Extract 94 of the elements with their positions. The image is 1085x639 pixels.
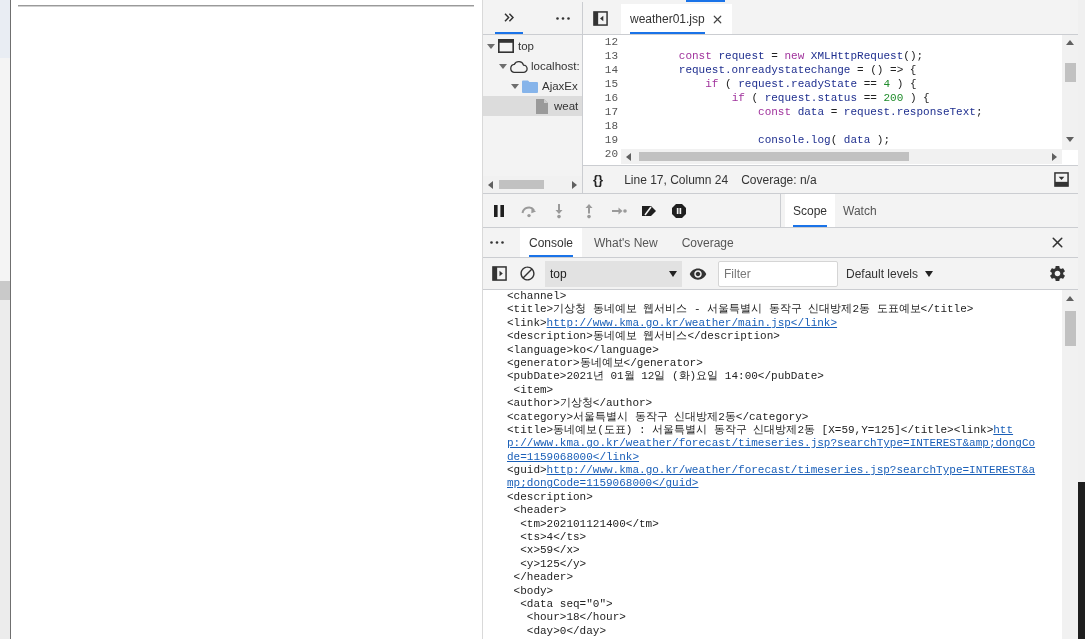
tree-item[interactable]: localhost: [483,56,582,76]
code-line: const request = new XMLHttpRequest(); [678,49,924,63]
caret-icon[interactable] [499,63,507,69]
tree-item[interactable]: weat [483,96,582,116]
link[interactable]: de=1159068000</link> [507,450,640,465]
settings-icon [1047,264,1067,283]
panel-toggle-icon [491,266,507,281]
coverage-status: Coverage: n/a [741,172,817,187]
console-message: <hour>18</hour> [526,611,626,625]
link[interactable]: p://www.kma.go.kr/weather/forecast/timeseries.jsp?searchType=INTEREST&amp;dongCo [507,437,1036,451]
line-number: 19 [604,133,618,147]
console-message: <pubDate>2021년 01월 12일 (화)요일 14:00</pubDate> [507,370,824,384]
line-number: 14 [604,63,618,77]
line-number: 17 [604,105,618,119]
folder-icon [522,79,538,93]
scrollbar[interactable] [621,149,1062,164]
link[interactable]: http://www.kma.go.kr/weather/main.jsp</link> [546,316,838,329]
console-message: </header> [513,571,574,585]
log-levels-dropdown[interactable]: Default levels [842,260,938,287]
window-icon [498,39,514,53]
file-tab[interactable]: weather01.jsp [621,4,732,34]
console-message: <guid>http://www.kma.go.kr/weather/forecast/timeseries.jsp?searchType=INTEREST&a [507,464,1036,478]
scroll-right-icon[interactable] [572,180,577,189]
console-message: <data seq="0"> [520,598,613,612]
panel-toggle-icon [592,10,608,26]
code-line: request.onreadystatechange = () => { [678,63,917,77]
line-number: 15 [604,77,618,91]
selected-tab-underline [686,0,725,2]
scroll-thumb[interactable] [1064,63,1076,82]
file-icon [536,98,548,114]
console-message: <author>기상청</author> [507,397,653,411]
console-message: <link>http://www.kma.go.kr/weather/main.jsp</link> [507,316,838,331]
link[interactable]: http://www.kma.go.kr/weather/forecast/timeseries.jsp?searchType=INTEREST&a [546,464,1036,477]
caret-icon [925,270,934,277]
console-message: <generator>동네예보</generator> [507,356,703,370]
scroll-up-icon[interactable] [1066,296,1074,301]
code-line: if ( request.readyState == 4 ) { [705,77,917,91]
sidebar-tab[interactable]: Scope [785,194,836,227]
pretty-print-button[interactable]: {} [593,172,604,187]
console-message: <description>동네예보 웹서비스</description> [507,330,780,344]
caret-icon[interactable] [487,43,495,49]
line-number: 12 [604,35,618,49]
code-line: const data = request.responseText; [758,105,983,119]
drawer-tab[interactable]: Coverage [669,228,746,257]
code-line: if ( request.status == 200 ) { [731,91,930,105]
link[interactable]: htt [993,423,1014,436]
more-icon [490,241,504,244]
scroll-left-icon[interactable] [488,180,493,189]
more-icon [556,16,570,20]
console-message: <language>ko</language> [507,343,659,357]
console-message: <ts>4</ts> [520,531,587,545]
line-number: 20 [604,147,618,161]
console-message: <y>125</y> [520,557,587,572]
cursor-position: Line 17, Column 24 [624,172,729,187]
cloud-icon [509,59,528,73]
scroll-thumb[interactable] [499,180,544,189]
tree-item[interactable]: top [483,36,582,56]
line-number: 13 [604,49,618,63]
console-message: <tm>202101121400</tm> [520,517,659,532]
line-number: 18 [604,119,618,133]
console-message: <title>기상청 동네예보 웹서비스 - 서울특별시 동작구 신대방제2동 도표예보</title> [507,303,974,317]
scroll-left-icon[interactable] [626,152,631,161]
scroll-thumb[interactable] [639,152,909,161]
filter-field[interactable]: Filter [718,260,838,287]
tree-item[interactable]: AjaxEx [483,76,582,96]
pause-icon [491,202,507,219]
caret-icon[interactable] [511,83,519,89]
console-message: <item> [513,383,554,397]
line-number: 16 [604,91,618,105]
scrollbar[interactable] [1062,290,1078,639]
console-message: <category>서울특별시 동작구 신대방제2동</category> [507,410,809,424]
console-message: <title>동네예보(도표) : 서울특별시 동작구 신대방제2동 [X=59,Y=125]</title><link>htt [507,423,1014,438]
drawer-tab[interactable]: What's New [582,228,670,257]
scrollbar[interactable] [1062,35,1078,150]
code-line: console.log( data ); [758,133,891,147]
link[interactable]: mp;dongCode=1159068000</guid> [507,477,699,491]
console-message: <channel> [507,290,567,303]
console-message: <day>0</day> [526,624,607,639]
context-select[interactable]: top [545,260,682,287]
panel-toggle-icon [1053,172,1069,187]
scroll-right-icon[interactable] [1052,152,1057,161]
console-message: <header> [513,504,567,518]
scroll-thumb[interactable] [1064,311,1076,346]
clear-icon [518,265,536,282]
console-message: <x>59</x> [520,544,580,558]
console-message: <body> [513,584,554,598]
scroll-up-icon[interactable] [1066,40,1074,45]
console-message: <description> [507,490,593,505]
caret-icon [669,270,677,277]
octagon-pause-icon [671,202,687,219]
double-chevron-icon [504,12,514,22]
scroll-down-icon[interactable] [1066,137,1074,142]
drawer-tab[interactable]: Console [520,228,583,257]
sidebar-tab[interactable]: Watch [835,194,885,227]
